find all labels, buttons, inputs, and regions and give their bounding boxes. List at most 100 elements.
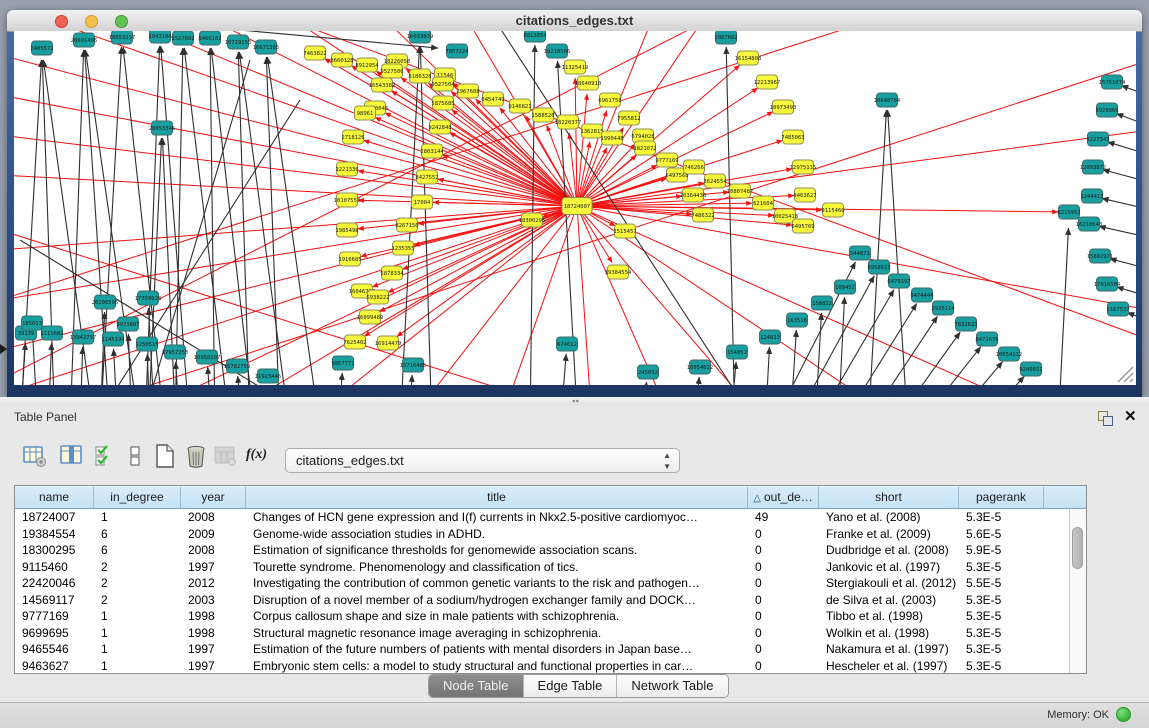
network-node[interactable]: 8427552 — [415, 170, 438, 184]
network-node[interactable]: 1145194 — [101, 332, 125, 346]
table-row[interactable]: 1830029562008Estimation of significance … — [15, 542, 1086, 559]
network-node[interactable]: 7832621 — [954, 317, 977, 331]
float-panel-icon[interactable] — [1098, 411, 1113, 425]
network-node[interactable]: 12213967 — [754, 75, 781, 89]
window-titlebar[interactable]: citations_edges.txt — [7, 10, 1142, 32]
network-node[interactable]: 2087682 — [714, 31, 737, 44]
network-node[interactable]: 124813 — [760, 330, 781, 344]
network-node[interactable]: 16782759 — [224, 359, 251, 373]
network-node[interactable]: 9245652 — [1019, 362, 1042, 376]
network-canvas[interactable]: 2405572 20691406 10653257 19431041527602 846… — [14, 31, 1136, 385]
network-node[interactable]: 6961758 — [598, 93, 621, 107]
network-node[interactable]: 8813054 — [523, 31, 547, 42]
network-node[interactable]: 20364436 — [680, 188, 707, 202]
table-row[interactable]: 977716911998Corpus callosum shape and si… — [15, 608, 1086, 625]
delete-button[interactable] — [183, 443, 209, 469]
network-node[interactable]: 109452 — [835, 280, 856, 294]
network-node[interactable]: 11923446 — [255, 369, 282, 383]
table-row[interactable]: 969969511998Structural magnetic resonanc… — [15, 625, 1086, 642]
network-node[interactable]: 1943104 — [148, 31, 172, 43]
network-node[interactable]: 7625402 — [343, 335, 366, 349]
network-node[interactable]: 10653257 — [109, 31, 136, 44]
network-node[interactable]: 185013 — [22, 316, 43, 330]
column-header-short[interactable]: short — [819, 486, 959, 508]
network-node[interactable]: 2967608 — [456, 84, 479, 98]
network-node[interactable]: 1985498 — [335, 223, 358, 237]
network-node[interactable]: 6495769 — [791, 219, 814, 233]
network-node[interactable]: 15751074 — [1099, 75, 1126, 89]
network-node[interactable]: 9146821 — [508, 99, 531, 113]
close-panel-icon[interactable]: ✕ — [1124, 408, 1137, 426]
network-node[interactable]: 1527602 — [171, 31, 194, 45]
network-node[interactable]: 746266 — [684, 160, 705, 174]
network-node[interactable]: 2405572 — [30, 41, 53, 55]
network-node[interactable]: 9857771 — [331, 356, 354, 370]
network-node[interactable]: 20691406 — [71, 33, 98, 47]
network-node[interactable]: 1515457 — [613, 224, 636, 238]
network-node[interactable]: 16671385 — [253, 40, 280, 54]
network-node[interactable]: 19218506 — [544, 44, 571, 58]
network-node[interactable]: 18300295 — [519, 213, 546, 227]
network-node[interactable]: 544871 — [850, 246, 871, 260]
network-node[interactable]: 3929966 — [1095, 103, 1118, 117]
network-node[interactable]: 16914479 — [375, 336, 402, 350]
network-node[interactable]: 16033839 — [407, 31, 434, 43]
network-node[interactable]: 10807487 — [727, 184, 754, 198]
table-row[interactable]: 946554611997Estimation of the future num… — [15, 641, 1086, 658]
network-node[interactable]: 16543382 — [369, 78, 396, 92]
column-header-in_degree[interactable]: in_degree — [94, 486, 181, 508]
network-node[interactable]: 8186328 — [408, 69, 431, 83]
divider-handle-icon[interactable] — [571, 399, 580, 403]
network-node[interactable]: 9227343 — [1086, 132, 1109, 146]
network-node[interactable]: 1244413 — [1080, 189, 1103, 203]
network-node[interactable]: 1588520 — [531, 108, 554, 122]
network-node[interactable]: 7486322 — [691, 208, 714, 222]
network-node[interactable]: 158812 — [812, 296, 833, 310]
split-pane-divider[interactable] — [0, 397, 1149, 405]
network-node[interactable]: 10954022 — [687, 360, 714, 374]
network-node[interactable]: 9474444 — [910, 288, 934, 302]
network-node[interactable]: 1221336 — [335, 162, 358, 176]
network-node[interactable]: 17004 — [412, 195, 433, 209]
network-node[interactable]: 8958923 — [867, 260, 890, 274]
network-node[interactable]: 17359928 — [135, 291, 162, 305]
vertical-scrollbar[interactable] — [1069, 509, 1086, 673]
column-header-name[interactable]: name — [15, 486, 94, 508]
network-node[interactable]: 8267150 — [395, 218, 418, 232]
network-node[interactable]: 20206596 — [92, 295, 119, 309]
table-settings-button[interactable] — [22, 443, 48, 469]
column-chooser-button[interactable] — [59, 443, 85, 469]
scrollbar-thumb[interactable] — [1072, 527, 1083, 569]
network-node[interactable]: 11325419 — [562, 60, 589, 74]
network-node[interactable]: 16210643 — [1076, 217, 1103, 231]
network-node[interactable]: 15892971 — [1087, 249, 1114, 263]
network-node[interactable]: 8660128 — [330, 53, 353, 67]
network-node[interactable]: 5938222 — [366, 290, 389, 304]
network-node[interactable]: 8466162 — [198, 31, 221, 45]
network-node[interactable]: 9242848 — [428, 120, 451, 134]
network-node[interactable]: 7485063 — [781, 130, 804, 144]
network-node[interactable]: 9527504 — [431, 77, 455, 91]
network-node[interactable]: 7955812 — [617, 111, 640, 125]
network-node[interactable]: 1250515 — [135, 337, 158, 351]
network-node[interactable]: 13942757 — [70, 330, 97, 344]
network-node[interactable]: 17957253 — [162, 345, 189, 359]
network-node[interactable]: 10973493 — [770, 100, 797, 114]
network-node[interactable]: 15716485 — [400, 358, 427, 372]
network-node[interactable]: 2803144 — [420, 144, 444, 158]
network-node[interactable]: 163516 — [787, 313, 808, 327]
network-node[interactable]: 674612 — [557, 337, 578, 351]
column-header-year[interactable]: year — [181, 486, 246, 508]
network-node[interactable]: 10648784 — [874, 93, 901, 107]
network-node[interactable]: 1115682 — [40, 326, 63, 340]
network-node[interactable]: 17016504 — [1094, 277, 1121, 291]
network-node[interactable]: 19384554 — [605, 265, 632, 279]
network-node[interactable]: 8912954 — [355, 58, 379, 72]
network-node[interactable]: 12975115 — [790, 160, 817, 174]
network-node[interactable]: 10107553 — [334, 193, 361, 207]
network-node[interactable]: 9463627 — [793, 188, 816, 202]
clear-selection-button[interactable] — [122, 443, 148, 469]
table-row[interactable]: 2242004622012Investigating the contribut… — [15, 575, 1086, 592]
network-node[interactable]: 18220377 — [555, 115, 582, 129]
network-node[interactable]: 12093872 — [1080, 160, 1107, 174]
